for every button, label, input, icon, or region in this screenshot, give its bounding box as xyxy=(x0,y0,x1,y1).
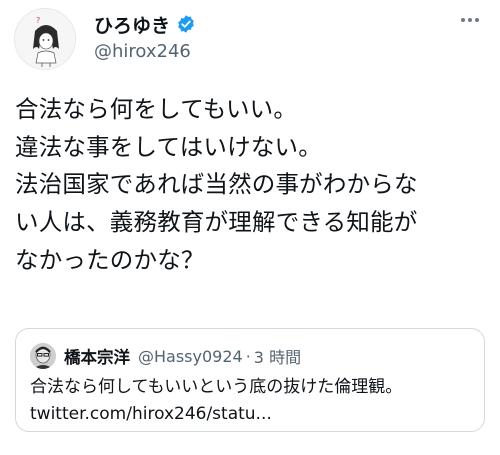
tweet-text: 合法なら何をしてもいい。 違法な事をしてはいけない。 法治国家であれば当然の事が… xyxy=(15,95,418,274)
author-avatar[interactable]: ? xyxy=(14,8,76,70)
avatar-illustration-icon: ? xyxy=(15,9,75,69)
quoted-header: 橋本宗洋 @Hassy0924 · 3 時間 xyxy=(64,343,301,369)
author-handle[interactable]: @hirox246 xyxy=(94,41,191,62)
separator-dot: · xyxy=(245,346,251,366)
quoted-text: 合法なら何してもいいという底の抜けた倫理観。 xyxy=(30,377,403,397)
svg-text:?: ? xyxy=(36,16,40,25)
quoted-link[interactable]: twitter.com/hirox246/statu... xyxy=(30,401,272,427)
more-options-icon[interactable] xyxy=(454,8,486,32)
verified-badge-icon xyxy=(176,14,196,34)
quoted-timestamp[interactable]: 3 時間 xyxy=(254,344,301,368)
quoted-display-name[interactable]: 橋本宗洋 xyxy=(64,344,130,368)
more-dot xyxy=(475,18,479,22)
more-dot xyxy=(468,18,472,22)
more-dot xyxy=(461,18,465,22)
quoted-author-avatar[interactable] xyxy=(30,343,56,369)
author-name-row: ひろゆき xyxy=(94,11,196,38)
quoted-handle[interactable]: @Hassy0924 xyxy=(138,347,243,366)
quoted-tweet-card[interactable]: 橋本宗洋 @Hassy0924 · 3 時間 合法なら何してもいいという底の抜け… xyxy=(15,328,485,432)
author-display-name[interactable]: ひろゆき xyxy=(94,11,170,38)
tweet-header: ? ひろゆき @hirox246 xyxy=(0,0,500,80)
quoted-avatar-photo-icon xyxy=(30,343,56,369)
